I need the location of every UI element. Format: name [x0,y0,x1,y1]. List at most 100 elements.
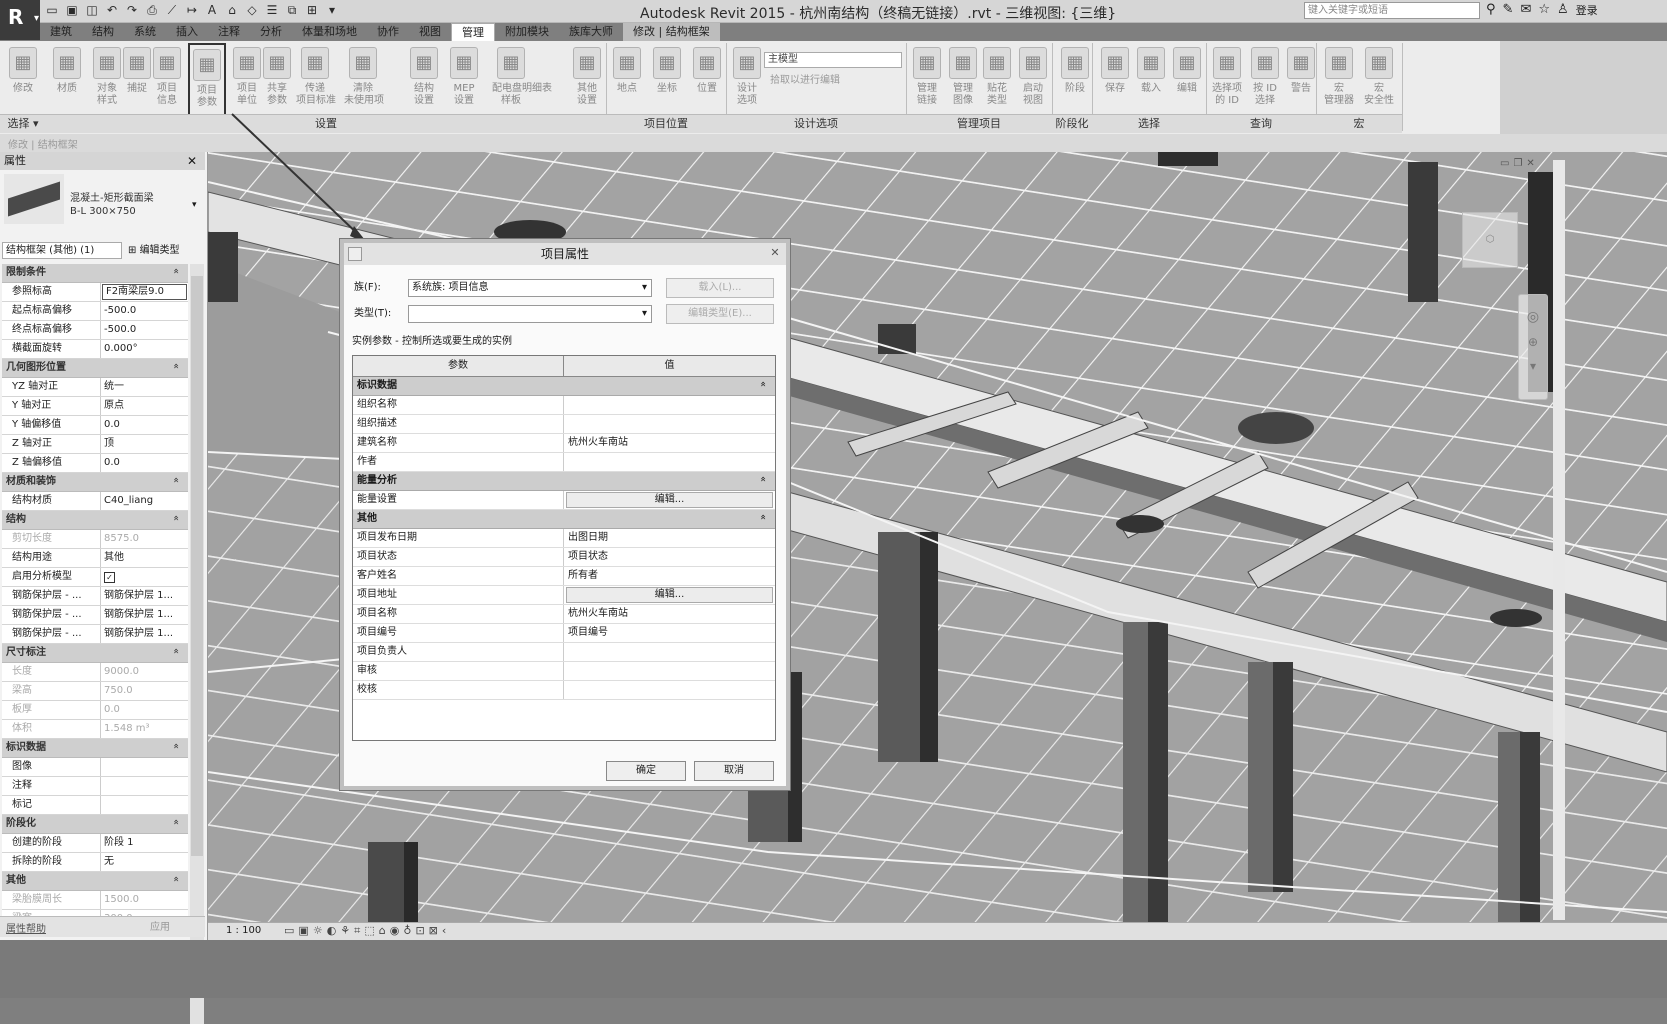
ribbon-button-save-selection[interactable]: ▦ 保存 [1096,43,1134,117]
property-group-header[interactable]: 材质和装饰 [2,473,188,492]
property-value[interactable]: 钢筋保护层 1... [101,625,188,643]
parameter-value[interactable]: 所有者 [564,567,775,585]
edit-button[interactable]: 编辑... [566,587,773,603]
type-selector[interactable]: 混凝土-矩形截面梁 B-L 300×750 [70,192,154,218]
undo-icon[interactable]: ↶ [104,2,120,18]
ribbon-button-starting-view[interactable]: ▦ 启动 视图 [1014,43,1052,117]
highlight-displacement-icon[interactable]: ⊠ [429,924,442,937]
ribbon-tab[interactable]: 建筑 [40,23,82,41]
zoom-menu-icon[interactable]: ▾ [1519,359,1547,373]
ribbon-button-decal-types[interactable]: ▦ 贴花 类型 [978,43,1016,117]
communication-icon[interactable]: ✉ [1520,2,1531,19]
cancel-button[interactable]: 取消 [694,761,774,781]
ribbon-button-mep-settings[interactable]: ▦ MEP 设置 [445,43,483,117]
ribbon-button-cursor[interactable]: ▦ 修改 [4,43,42,117]
parameter-value[interactable] [564,415,775,433]
user-icon[interactable]: ♙ [1557,2,1569,19]
parameter-group-header[interactable]: 标识数据 [353,377,775,396]
property-value[interactable]: ✓ [101,568,188,586]
property-value[interactable]: F2南梁层9.0 [102,284,187,300]
property-value[interactable]: 其他 [101,549,188,567]
ribbon-tab[interactable]: 协作 [367,23,409,41]
subscription-icon[interactable]: ✎ [1503,2,1514,19]
ribbon-button-macro-security[interactable]: ▦ 宏 安全性 [1360,43,1398,117]
instance-filter-select[interactable]: 结构框架 (其他) (1) [2,242,122,259]
navigation-bar[interactable]: ◎ ⊕ ▾ [1518,294,1548,400]
property-value[interactable]: 原点 [101,397,188,415]
dialog-title-bar[interactable]: 项目属性 [344,243,786,265]
viewport-scrollbar[interactable] [1553,160,1565,920]
close-hidden-icon[interactable]: ⧉ [284,2,300,18]
property-value[interactable]: 阶段 1 [101,834,188,852]
parameter-value[interactable] [564,396,775,414]
shadows-icon[interactable]: ◐ [327,924,341,937]
lock-3d-icon[interactable]: ⌂ [379,924,390,937]
ribbon-panel-label[interactable]: 选择 ▾ [0,114,46,133]
scroll-left-icon[interactable]: ‹ [442,924,450,937]
edit-type-button[interactable]: 编辑类型(E)... [666,304,774,324]
property-value[interactable]: 钢筋保护层 1... [101,606,188,624]
restore-icon[interactable]: ❐ [1513,158,1522,169]
scrollbar-thumb[interactable] [191,276,203,856]
chevron-down-icon[interactable]: ▾ [192,200,197,210]
ribbon-button-other-settings[interactable]: ▦ 其他 设置 [568,43,606,117]
render-icon[interactable]: ⚘ [340,924,354,937]
ribbon-button-design-options[interactable]: ▦ 设计 选项 [728,43,766,117]
property-value[interactable]: 顶 [101,435,188,453]
parameter-value[interactable] [564,681,775,699]
ribbon-button-warnings[interactable]: ▦ 警告 [1282,43,1320,117]
ribbon-button-location[interactable]: ▦ 地点 [608,43,646,117]
property-value[interactable]: 0.000° [101,340,188,358]
ribbon-tab[interactable]: 注释 [208,23,250,41]
property-value[interactable]: 无 [101,853,188,871]
ribbon-button-structural-settings[interactable]: ▦ 结构 设置 [405,43,443,117]
ribbon-button-phases[interactable]: ▦ 阶段 [1056,43,1094,117]
ribbon-button-manage-links[interactable]: ▦ 管理 链接 [908,43,946,117]
property-value[interactable]: C40_liang [101,492,188,510]
ribbon-button-coordinates[interactable]: ▦ 坐标 [648,43,686,117]
property-value[interactable] [101,758,188,776]
property-value[interactable] [101,796,188,814]
close-icon[interactable]: ✕ [183,152,197,170]
parameter-value[interactable]: 杭州火车南站 [564,434,775,452]
ribbon-button-ids-of-selection[interactable]: ▦ 选择项 的 ID [1208,43,1246,117]
customize-qat-icon[interactable]: ▾ [324,2,340,18]
parameter-value[interactable] [564,453,775,471]
show-crop-icon[interactable]: ⬚ [364,924,378,937]
ribbon-button-load-selection[interactable]: ▦ 载入 [1132,43,1170,117]
type-select[interactable] [408,305,652,323]
ribbon-button-project-parameters[interactable]: ▦ 项目 参数 [188,43,226,117]
ok-button[interactable]: 确定 [606,761,686,781]
parameter-value[interactable]: 项目编号 [564,624,775,642]
ribbon-tab[interactable]: 体量和场地 [292,23,367,41]
search-input[interactable]: 键入关键字或短语 [1304,2,1480,19]
properties-help-link[interactable]: 属性帮助 [6,920,46,935]
viewcube[interactable]: ⬡ [1462,212,1518,268]
ribbon-button-position[interactable]: ▦ 位置 [688,43,726,117]
temp-hide-icon[interactable]: ◉ [390,924,404,937]
zoom-icon[interactable]: ⊕ [1519,335,1547,349]
dimension-icon[interactable]: ↦ [184,2,200,18]
property-group-header[interactable]: 尺寸标注 [2,644,188,663]
parameter-group-header[interactable]: 其他 [353,510,775,529]
apply-button[interactable]: 应用 [150,918,170,933]
property-value[interactable]: 0.0 [101,416,188,434]
ribbon-button-edit-selection[interactable]: ▦ 编辑 [1168,43,1206,117]
steering-wheel-icon[interactable]: ◎ [1519,309,1547,325]
thin-lines-icon[interactable]: ☰ [264,2,280,18]
ribbon-button-panel-schedule[interactable]: ▦ 配电盘明细表 样板 [492,43,552,117]
property-group-header[interactable]: 标识数据 [2,739,188,758]
login-link[interactable]: 登录 [1576,2,1598,19]
design-option-select[interactable]: 主模型 [764,52,902,68]
load-button[interactable]: 载入(L)... [666,278,774,298]
parameter-value[interactable] [564,643,775,661]
property-value[interactable]: 统一 [101,378,188,396]
ribbon-tab[interactable]: 分析 [250,23,292,41]
close-icon[interactable]: ✕ [768,246,782,260]
print-icon[interactable]: ⎙ [144,2,160,18]
parameter-group-header[interactable]: 能量分析 [353,472,775,491]
parameter-value[interactable]: 项目状态 [564,548,775,566]
minimize-icon[interactable]: ▭ [1500,158,1509,169]
parameter-value[interactable]: 出图日期 [564,529,775,547]
property-group-header[interactable]: 结构 [2,511,188,530]
